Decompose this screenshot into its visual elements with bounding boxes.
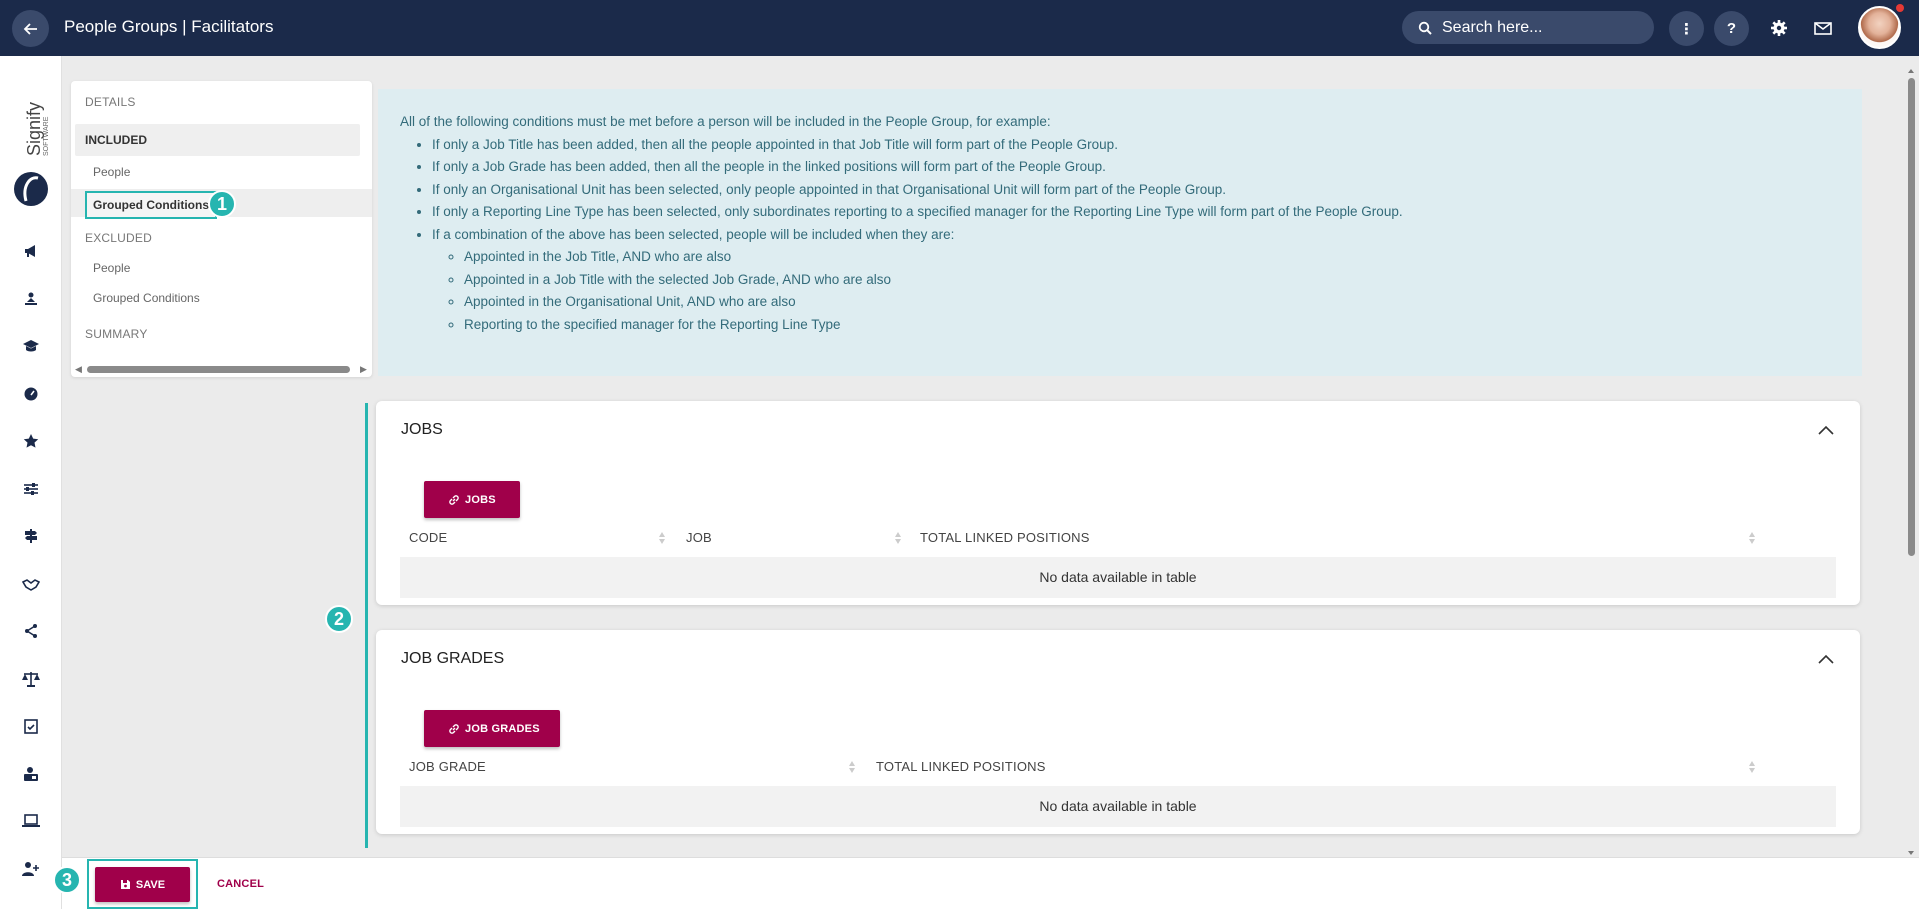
messages-button[interactable] (1811, 16, 1835, 40)
jobs-empty-row: No data available in table (400, 557, 1836, 598)
info-sub-list: Appointed in the Job Title, AND who are … (464, 246, 1840, 336)
info-bullet-list: If only a Job Title has been added, then… (432, 134, 1840, 337)
settings-button[interactable] (1767, 16, 1791, 40)
nav-summary[interactable]: SUMMARY (85, 327, 148, 341)
column-header-job-grade[interactable]: JOB GRADE (409, 759, 486, 774)
column-header-code[interactable]: CODE (409, 530, 447, 545)
page-title: People Groups | Facilitators (64, 17, 274, 36)
link-jobs-button[interactable]: JOBS (424, 481, 520, 518)
job-grades-card: JOB GRADES JOB GRADES JOB GRADE TOTAL LI… (376, 630, 1860, 834)
scales-icon[interactable] (21, 669, 41, 689)
highlight-bracket (365, 403, 368, 848)
step-badge-2: 2 (325, 605, 353, 633)
signify-logo: Signify SOFTWARE (12, 86, 52, 211)
org-chart-icon[interactable] (21, 621, 41, 641)
chevron-up-icon[interactable] (1816, 421, 1836, 441)
step-badge-1: 1 (208, 190, 236, 218)
jobs-card-title: JOBS (401, 421, 443, 438)
laptop-icon[interactable] (21, 811, 41, 831)
column-header-job[interactable]: JOB (686, 530, 712, 545)
nav-included[interactable]: INCLUDED (75, 124, 360, 156)
nav-excluded-grouped-conditions[interactable]: Grouped Conditions (93, 291, 200, 305)
arrow-left-icon (23, 22, 37, 35)
vertical-scrollbar[interactable] (1905, 68, 1917, 856)
info-sub-bullet: Appointed in the Organisational Unit, AN… (464, 291, 1840, 314)
dashboard-gauge-icon[interactable] (21, 384, 41, 404)
help-button[interactable]: ? (1714, 11, 1749, 46)
info-bullet: If only a Job Title has been added, then… (432, 134, 1840, 157)
nav-included-people[interactable]: People (93, 165, 130, 179)
step-badge-3: 3 (53, 866, 81, 894)
scroll-up-icon[interactable] (1907, 68, 1915, 74)
column-header-total-linked-positions[interactable]: TOTAL LINKED POSITIONS (876, 759, 1046, 774)
megaphone-icon[interactable] (21, 241, 41, 261)
link-icon (449, 494, 459, 505)
top-bar: People Groups | Facilitators ⋮ ? (0, 0, 1919, 56)
link-job-grades-button[interactable]: JOB GRADES (424, 710, 560, 747)
more-vertical-icon: ⋮ (1679, 20, 1694, 38)
gear-icon (1771, 20, 1787, 36)
link-jobs-label: JOBS (465, 493, 496, 506)
link-job-grades-label: JOB GRADES (465, 722, 540, 735)
user-lock-icon[interactable] (21, 764, 41, 784)
handshake-icon[interactable] (21, 574, 41, 594)
sort-icon[interactable] (848, 759, 856, 775)
nav-excluded-people[interactable]: People (93, 261, 130, 275)
nav-excluded[interactable]: EXCLUDED (85, 231, 152, 245)
column-header-total-linked-positions[interactable]: TOTAL LINKED POSITIONS (920, 530, 1090, 545)
job-grades-card-title: JOB GRADES (401, 650, 505, 667)
nav-details[interactable]: DETAILS (85, 95, 136, 109)
info-bullet: If only a Reporting Line Type has been s… (432, 201, 1840, 224)
help-icon: ? (1726, 20, 1737, 37)
jobs-card: JOBS JOBS CODE JOB TOTAL LINKED POSITION… (376, 401, 1860, 605)
info-bullet-text: If a combination of the above has been s… (432, 226, 955, 242)
save-button[interactable]: SAVE (95, 867, 190, 902)
scrollbar-thumb[interactable] (87, 366, 350, 373)
section-navigation: DETAILS INCLUDED People Grouped Conditio… (71, 81, 372, 377)
nav-included-grouped-conditions[interactable]: Grouped Conditions (85, 191, 217, 219)
info-bullet: If only an Organisational Unit has been … (432, 179, 1840, 202)
bottom-action-bar (62, 857, 1919, 909)
sort-icon[interactable] (1748, 759, 1756, 775)
scroll-left-icon[interactable]: ◀ (75, 364, 82, 375)
more-options-button[interactable]: ⋮ (1669, 11, 1704, 46)
sort-icon[interactable] (894, 530, 902, 546)
search-box[interactable] (1402, 11, 1654, 44)
person-desk-icon[interactable] (21, 289, 41, 309)
sort-icon[interactable] (1748, 530, 1756, 546)
info-sub-bullet: Appointed in the Job Title, AND who are … (464, 246, 1840, 269)
svg-text:Signify: Signify (24, 102, 44, 156)
job-grades-empty-row: No data available in table (400, 786, 1836, 827)
user-avatar[interactable] (1858, 6, 1901, 49)
star-icon[interactable] (21, 431, 41, 451)
scroll-down-icon[interactable] (1907, 850, 1915, 856)
sliders-icon[interactable] (21, 479, 41, 499)
calendar-check-icon[interactable] (21, 716, 41, 736)
mail-icon (1814, 22, 1832, 35)
vertical-scrollbar-thumb[interactable] (1908, 78, 1915, 556)
save-label: SAVE (135, 878, 166, 891)
link-icon (449, 723, 459, 734)
chevron-up-icon[interactable] (1816, 650, 1836, 670)
horizontal-scrollbar[interactable]: ◀ ▶ (75, 364, 368, 374)
info-bullet: If only a Job Grade has been added, then… (432, 156, 1840, 179)
scroll-right-icon[interactable]: ▶ (360, 364, 367, 375)
info-sub-bullet: Appointed in a Job Title with the select… (464, 269, 1840, 292)
search-input[interactable] (1442, 18, 1642, 37)
floppy-disk-icon (120, 880, 130, 889)
svg-text:SOFTWARE: SOFTWARE (43, 116, 50, 156)
signpost-icon[interactable] (21, 526, 41, 546)
info-bullet: If a combination of the above has been s… (432, 224, 1840, 337)
conditions-info-box: All of the following conditions must be … (378, 89, 1862, 376)
cancel-button[interactable]: CANCEL (217, 878, 264, 890)
back-button[interactable] (12, 10, 49, 47)
user-add-icon[interactable] (21, 859, 41, 879)
info-intro: All of the following conditions must be … (400, 114, 1051, 129)
info-sub-bullet: Reporting to the specified manager for t… (464, 314, 1840, 337)
notification-dot (1896, 4, 1904, 12)
graduation-cap-icon[interactable] (21, 336, 41, 356)
search-icon (1418, 21, 1432, 35)
sort-icon[interactable] (658, 530, 666, 546)
